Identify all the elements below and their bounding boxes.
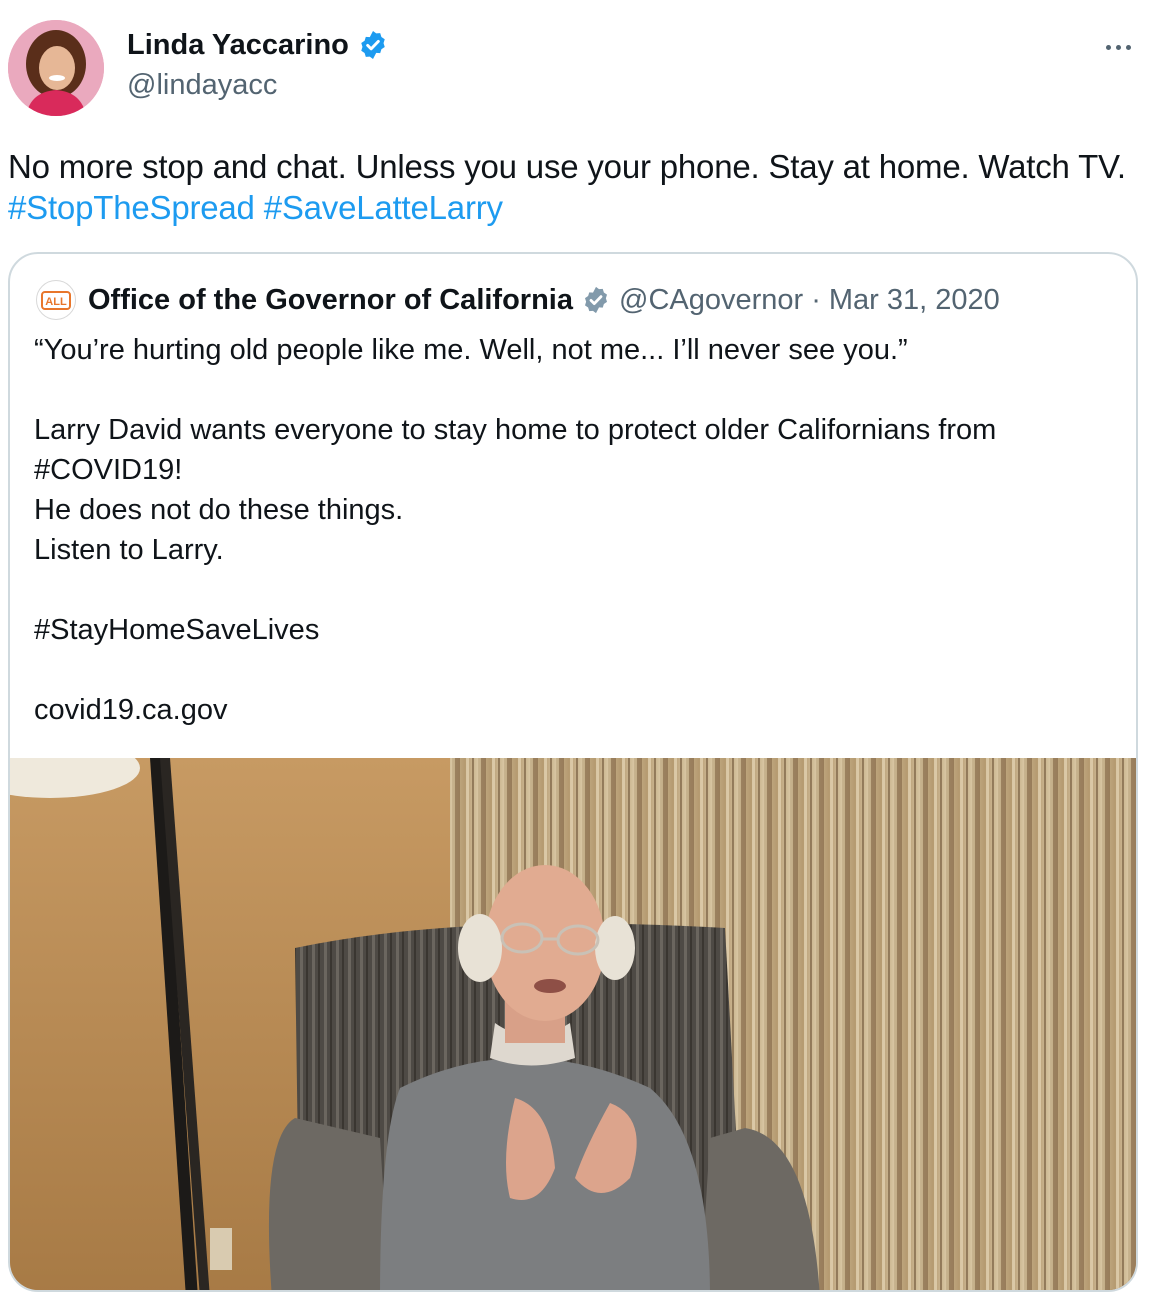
quote-line: Listen to Larry. — [34, 534, 224, 566]
tweet-text-body: No more stop and chat. Unless you use yo… — [8, 148, 1126, 185]
quote-line: #COVID19! — [34, 454, 183, 486]
quote-author-avatar[interactable]: ALL — [36, 280, 76, 320]
quote-line — [34, 370, 1114, 410]
quote-author-handle[interactable]: @CAgovernor — [619, 284, 803, 317]
quote-line: “You’re hurting old people like me. Well… — [34, 334, 908, 366]
author-name[interactable]: Linda Yaccarino — [127, 28, 349, 62]
quote-line: Larry David wants everyone to stay home … — [34, 414, 997, 446]
tweet: Linda Yaccarino @lindayacc No more stop … — [0, 0, 1160, 1292]
government-badge-icon — [581, 285, 611, 315]
video-still-image — [10, 758, 1136, 1290]
video-thumbnail[interactable] — [10, 758, 1136, 1290]
quoted-tweet-card[interactable]: ALL Office of the Governor of California… — [8, 252, 1138, 1292]
quote-date[interactable]: Mar 31, 2020 — [829, 284, 1000, 317]
ca-all-logo-icon: ALL — [41, 291, 71, 310]
quote-line: #StayHomeSaveLives — [34, 614, 320, 646]
quote-text: “You’re hurting old people like me. Well… — [34, 330, 1114, 730]
verified-badge-icon — [357, 29, 389, 61]
separator-dot: · — [811, 283, 821, 316]
author-name-row: Linda Yaccarino — [127, 28, 389, 62]
quote-line: He does not do these things. — [34, 494, 404, 526]
quote-line — [34, 650, 1114, 690]
tweet-text: No more stop and chat. Unless you use yo… — [8, 146, 1148, 228]
more-options-button[interactable] — [1098, 32, 1138, 62]
quote-line — [34, 570, 1114, 610]
hashtag-link[interactable]: #StopTheSpread — [8, 189, 255, 226]
more-dot — [1115, 44, 1121, 50]
quote-author-name[interactable]: Office of the Governor of California — [88, 284, 573, 317]
logo-text: ALL — [45, 296, 67, 308]
author-handle[interactable]: @lindayacc — [127, 68, 277, 102]
author-avatar[interactable] — [8, 20, 104, 116]
avatar-image — [8, 20, 104, 116]
more-dot — [1125, 44, 1131, 50]
hashtag-link[interactable]: #SaveLatteLarry — [264, 189, 503, 226]
more-horizontal-icon — [1105, 44, 1111, 50]
quote-header: ALL Office of the Governor of California… — [36, 280, 1000, 320]
quote-line: covid19.ca.gov — [34, 694, 228, 726]
